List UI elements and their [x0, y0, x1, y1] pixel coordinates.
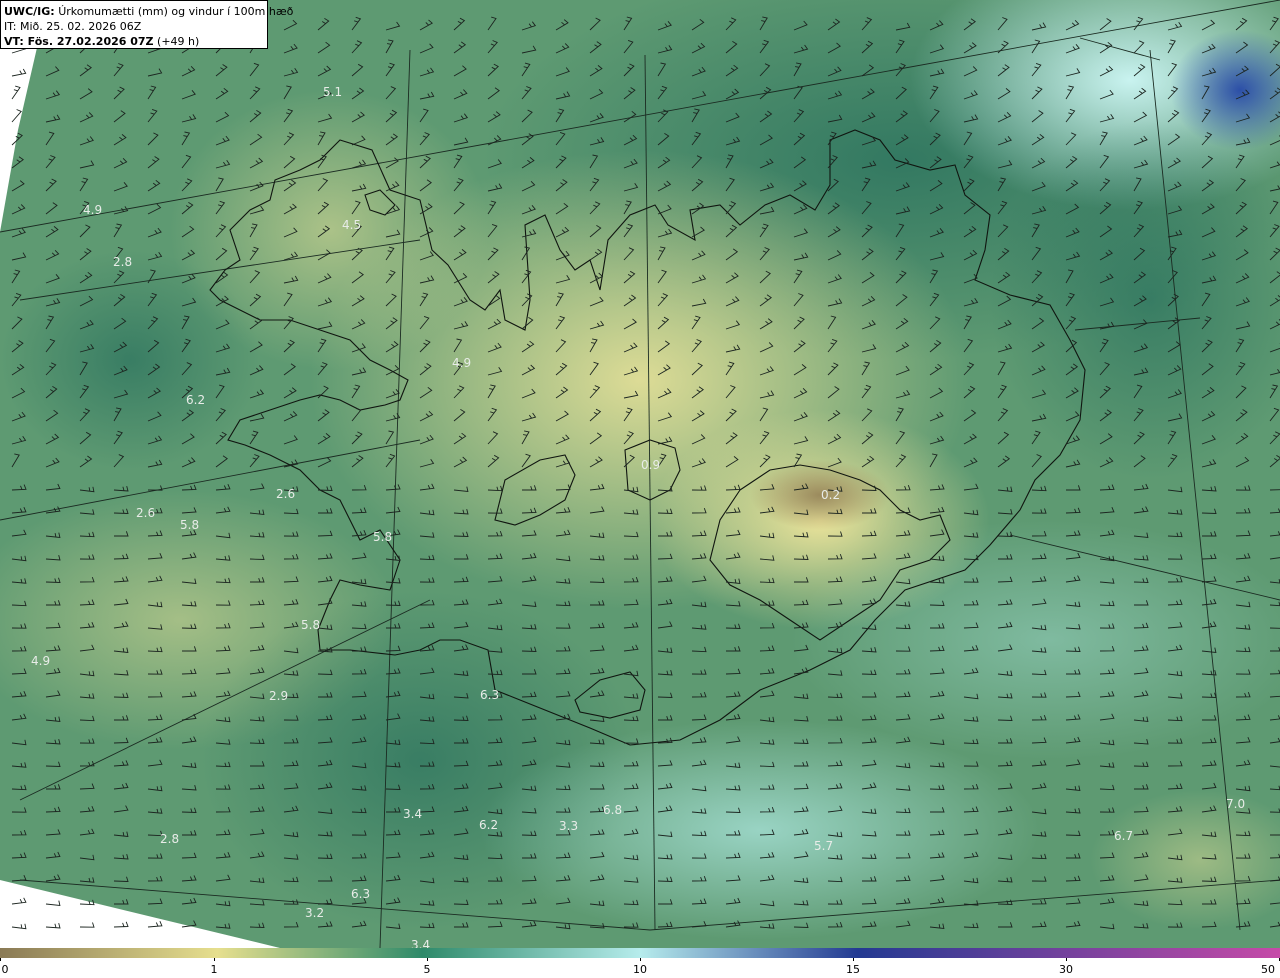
forecast-lead: (+49 h): [157, 35, 200, 48]
model-prefix: UWC/IG:: [4, 5, 55, 18]
value-label: 3.4: [403, 807, 422, 821]
valid-time: VT: Fös. 27.02.2026 07Z: [4, 35, 154, 48]
legend-tick: [214, 958, 215, 961]
value-label: 2.8: [160, 832, 179, 846]
map-title-box: UWC/IG: Úrkomumætti (mm) og vindur í 100…: [0, 0, 293, 49]
value-label: 3.2: [305, 906, 324, 920]
legend-tick: [427, 958, 428, 961]
legend-tick: [853, 958, 854, 961]
color-legend: 0 1 5 10 15 30 50: [0, 948, 1280, 978]
value-label: 5.8: [373, 530, 392, 544]
value-label: 2.6: [136, 506, 155, 520]
value-label: 2.8: [113, 255, 132, 269]
legend-tick-label: 15: [846, 963, 860, 976]
value-label: 6.3: [351, 887, 370, 901]
valid-time-row: VT: Fös. 27.02.2026 07Z (+49 h): [4, 34, 264, 49]
legend-color-bar: [0, 948, 1280, 958]
legend-tick: [640, 958, 641, 961]
value-label: 6.2: [186, 393, 205, 407]
value-label: 3.3: [559, 819, 578, 833]
legend-tick-label: 50: [1261, 963, 1275, 976]
value-label: 4.5: [342, 218, 361, 232]
legend-tick: [0, 958, 1, 961]
title-row: UWC/IG: Úrkomumætti (mm) og vindur í 100…: [4, 4, 293, 19]
value-label: 2.9: [269, 689, 288, 703]
value-label: 3.4: [411, 938, 430, 948]
value-label: 2.6: [276, 487, 295, 501]
value-label: 4.9: [31, 654, 50, 668]
value-label: 4.9: [83, 203, 102, 217]
value-label: 4.9: [452, 356, 471, 370]
legend-tick-label: 0: [1, 963, 9, 976]
value-label: 7.0: [1226, 797, 1245, 811]
legend-tick-label: 30: [1059, 963, 1073, 976]
map-title: Úrkomumætti (mm) og vindur í 100m hæð: [58, 5, 294, 18]
init-time: IT: Mið. 25. 02. 2026 06Z: [4, 20, 142, 33]
legend-tick-label: 1: [210, 963, 218, 976]
value-label: 5.8: [180, 518, 199, 532]
precipitation-map: 5.1 4.9 2.8 4.5 4.9 6.2 2.6 2.6 5.8 5.8 …: [0, 0, 1280, 948]
value-label: 5.7: [814, 839, 833, 853]
value-label: 0.9: [641, 458, 660, 472]
value-label: 5.8: [301, 618, 320, 632]
legend-tick: [1066, 958, 1067, 961]
legend-tick-label: 5: [423, 963, 431, 976]
value-label: 6.3: [480, 688, 499, 702]
legend-tick-label: 10: [633, 963, 647, 976]
map-canvas: 5.1 4.9 2.8 4.5 4.9 6.2 2.6 2.6 5.8 5.8 …: [0, 0, 1280, 948]
value-label: 6.8: [603, 803, 622, 817]
value-label: 6.2: [479, 818, 498, 832]
value-label: 5.1: [323, 85, 342, 99]
value-label: 6.7: [1114, 829, 1133, 843]
value-label: 0.2: [821, 488, 840, 502]
